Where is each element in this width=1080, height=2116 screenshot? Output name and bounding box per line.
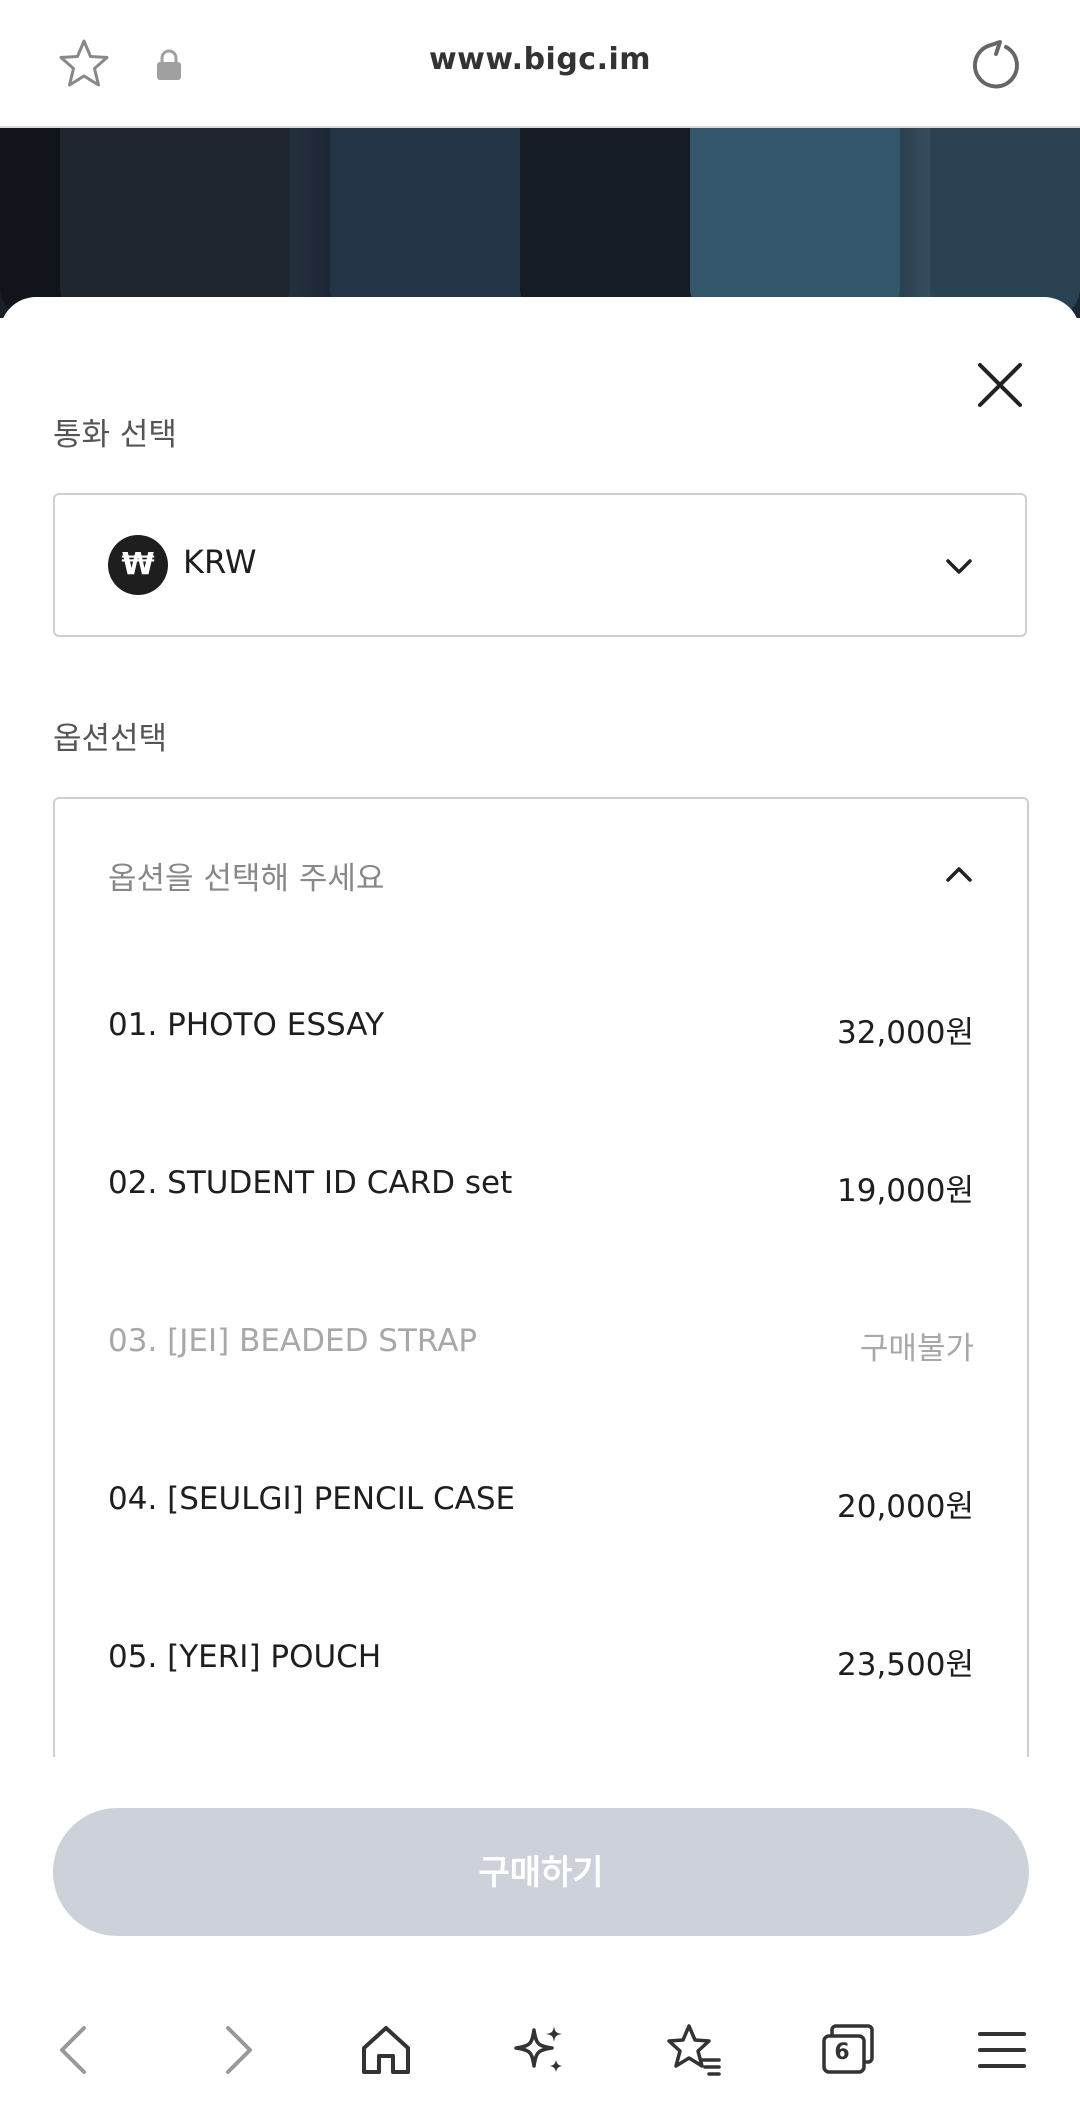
menu-icon[interactable] [972, 2020, 1032, 2080]
back-icon[interactable] [46, 2020, 106, 2080]
option-price: 23,500원 [837, 1647, 974, 1683]
home-icon[interactable] [356, 2020, 416, 2080]
option-name: 05. [YERI] POUCH [108, 1639, 382, 1675]
option-name: 04. [SEULGI] PENCIL CASE [108, 1481, 516, 1517]
option-placeholder: 옵션을 선택해 주세요 [108, 861, 385, 897]
option-select[interactable]: 옵션을 선택해 주세요 01. PHOTO ESSAY 32,000원 02. … [53, 797, 1029, 1757]
sparkle-icon[interactable] [508, 2020, 568, 2080]
chevron-up-icon[interactable] [943, 859, 975, 891]
chevron-down-icon [946, 559, 972, 574]
option-item[interactable]: 04. [SEULGI] PENCIL CASE 20,000원 [108, 1471, 974, 1531]
buy-button[interactable]: 구매하기 [53, 1808, 1029, 1936]
currency-section-label: 통화 선택 [53, 417, 177, 453]
tabs-button[interactable]: 6 [818, 2020, 878, 2080]
browser-bottom-nav: 6 [0, 1990, 1080, 2116]
option-price: 32,000원 [837, 1015, 974, 1051]
option-item-disabled: 03. [JEI] BEADED STRAP 구매불가 [108, 1313, 974, 1373]
purchase-options-sheet: 통화 선택 ₩ KRW 옵션선택 옵션을 선택해 주세요 01. PHOTO E… [0, 297, 1080, 1977]
option-item[interactable]: 01. PHOTO ESSAY 32,000원 [108, 997, 974, 1057]
option-name: 03. [JEI] BEADED STRAP [108, 1323, 478, 1359]
option-status: 구매불가 [859, 1331, 974, 1367]
option-item[interactable]: 05. [YERI] POUCH 23,500원 [108, 1629, 974, 1689]
currency-code: KRW [183, 543, 257, 581]
bookmarks-icon[interactable] [663, 2020, 723, 2080]
close-icon[interactable] [972, 357, 1028, 413]
option-name: 02. STUDENT ID CARD set [108, 1165, 513, 1201]
browser-toolbar: www.bigc.im [0, 0, 1080, 128]
product-photo [0, 128, 1080, 318]
option-price: 19,000원 [837, 1173, 974, 1209]
reload-icon[interactable] [966, 36, 1026, 96]
currency-select[interactable]: ₩ KRW [53, 493, 1027, 637]
option-section-label: 옵션선택 [53, 721, 168, 757]
option-item[interactable]: 02. STUDENT ID CARD set 19,000원 [108, 1155, 974, 1215]
option-name: 01. PHOTO ESSAY [108, 1007, 385, 1043]
won-currency-icon: ₩ [108, 535, 168, 595]
address-bar-url[interactable]: www.bigc.im [0, 42, 1080, 77]
option-price: 20,000원 [837, 1489, 974, 1525]
forward-icon[interactable] [206, 2020, 266, 2080]
tab-count: 6 [834, 2040, 850, 2065]
